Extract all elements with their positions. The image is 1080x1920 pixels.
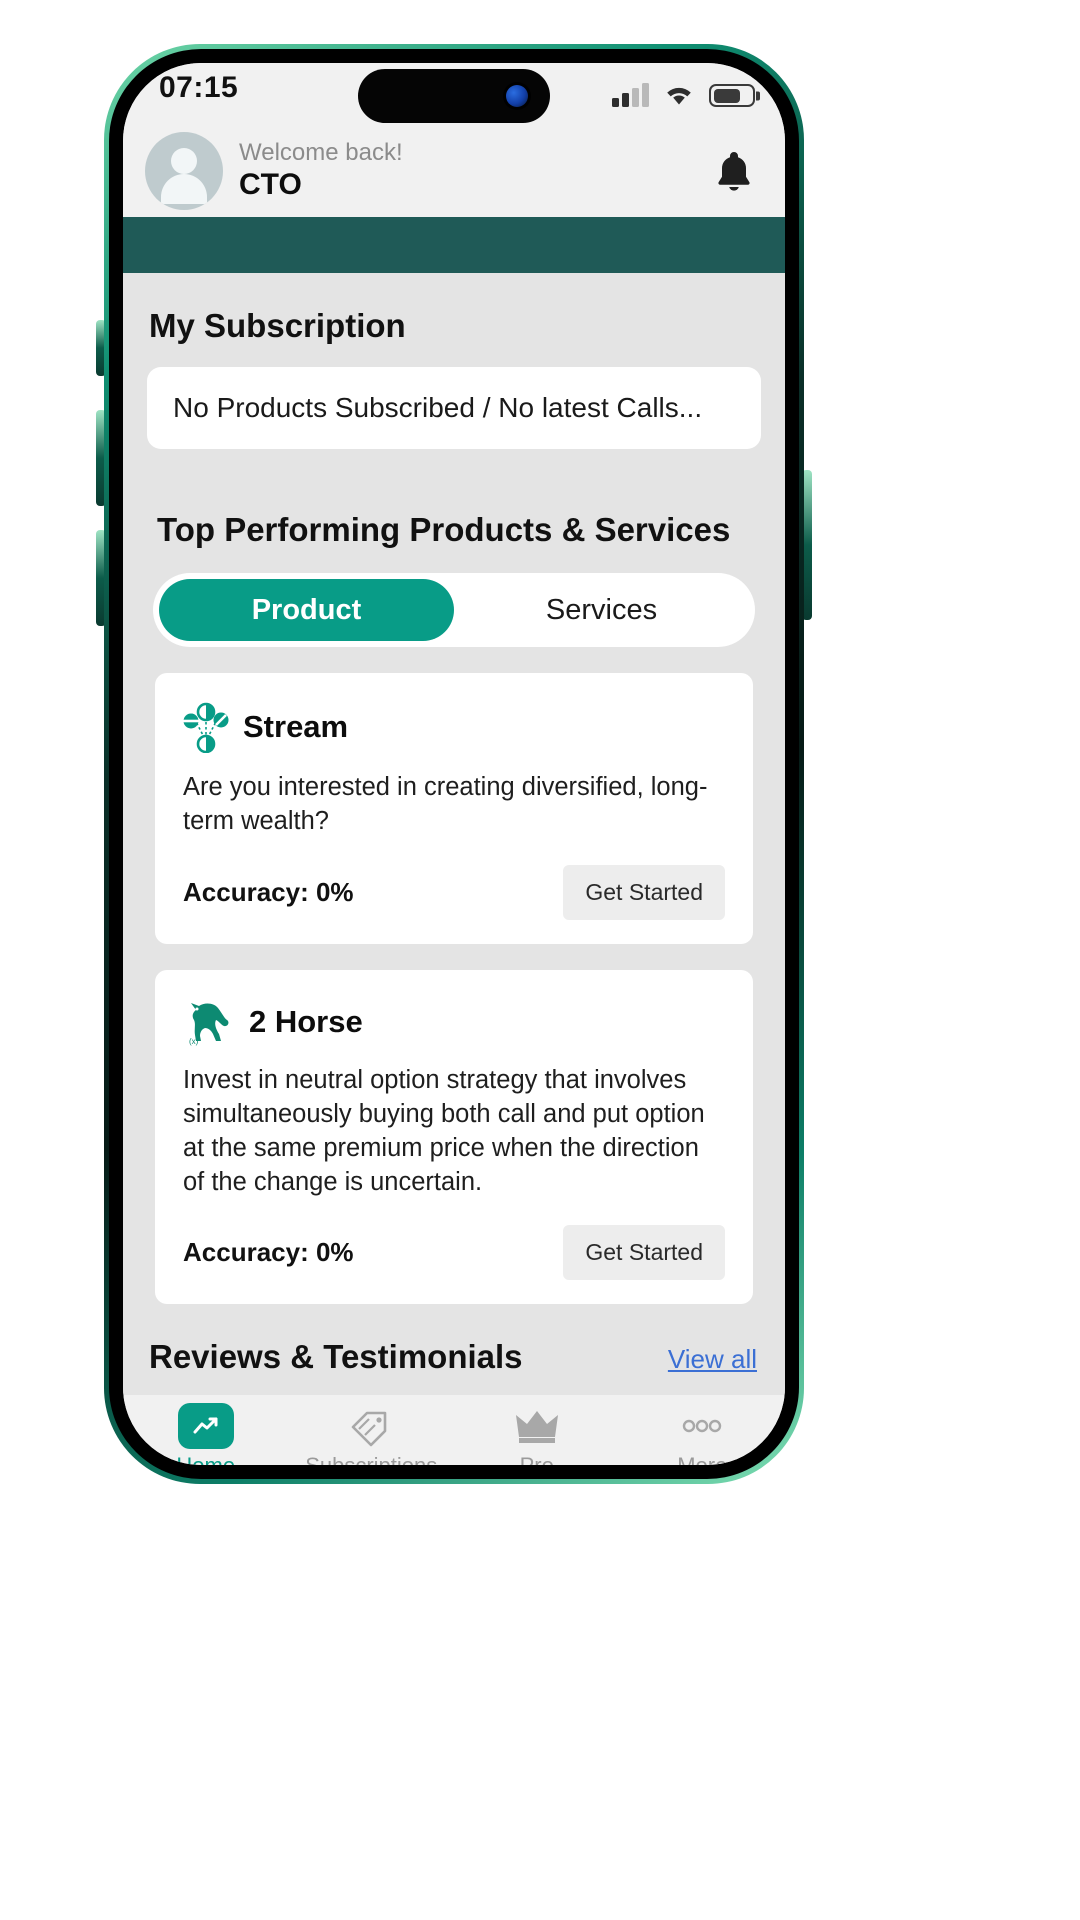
status-bar: 07:15 bbox=[123, 63, 785, 125]
crown-icon bbox=[515, 1411, 558, 1443]
dynamic-island bbox=[358, 69, 550, 123]
username-text: CTO bbox=[239, 167, 302, 201]
greeting-text: Welcome back! bbox=[239, 139, 403, 167]
home-chart-icon bbox=[177, 1403, 234, 1449]
phone-frame: 07:15 Welcome back! CTO My Subscription … bbox=[104, 44, 804, 1484]
subscription-empty-text: No Products Subscribed / No latest Calls… bbox=[173, 392, 703, 423]
phone-bezel: 07:15 Welcome back! CTO My Subscription … bbox=[109, 49, 799, 1479]
tab-product-label: Product bbox=[251, 593, 362, 626]
nav-item-pro[interactable]: Pro bbox=[454, 1403, 620, 1465]
product-description: Invest in neutral option strategy that i… bbox=[183, 1065, 705, 1196]
nav-item-more[interactable]: More bbox=[620, 1403, 786, 1465]
product-card-header: Stream bbox=[183, 701, 725, 753]
nav-label-pro: Pro bbox=[520, 1453, 554, 1465]
screenshot-stage: 07:15 Welcome back! CTO My Subscription … bbox=[0, 0, 1080, 1920]
welcome-block: Welcome back! CTO bbox=[239, 139, 713, 203]
product-card-header: (x) 2 Horse bbox=[183, 998, 725, 1046]
product-services-toggle: Product Services bbox=[153, 573, 755, 647]
reviews-title: Reviews & Testimonials bbox=[149, 1338, 523, 1376]
product-card-footer: Accuracy: 0% Get Started bbox=[183, 864, 725, 920]
status-icons bbox=[612, 75, 760, 107]
product-card-footer: Accuracy: 0% Get Started bbox=[183, 1225, 725, 1281]
view-all-link[interactable]: View all bbox=[668, 1344, 757, 1375]
nav-item-subscriptions[interactable]: Subscriptions bbox=[289, 1403, 455, 1465]
my-subscription-title: My Subscription bbox=[149, 307, 406, 344]
product-title: Stream bbox=[243, 709, 349, 744]
svg-text:(x): (x) bbox=[189, 1037, 199, 1046]
product-title: 2 Horse bbox=[249, 1003, 363, 1039]
phone-screen: 07:15 Welcome back! CTO My Subscription … bbox=[123, 63, 785, 1465]
tab-services-label: Services bbox=[545, 593, 658, 626]
wifi-icon bbox=[667, 87, 691, 105]
signal-bars-icon bbox=[612, 83, 649, 107]
top-performing-title: Top Performing Products & Services bbox=[157, 511, 731, 548]
subscription-empty-card[interactable]: No Products Subscribed / No latest Calls… bbox=[147, 367, 761, 449]
tag-icon bbox=[351, 1411, 387, 1447]
app-header: Welcome back! CTO bbox=[123, 125, 785, 217]
status-time: 07:15 bbox=[159, 71, 239, 104]
reviews-section-header: Reviews & Testimonials View all bbox=[123, 1304, 785, 1376]
stream-network-icon bbox=[183, 702, 229, 753]
main-content: My Subscription No Products Subscribed /… bbox=[123, 273, 785, 1395]
product-description: Are you interested in creating diversifi… bbox=[183, 773, 708, 835]
battery-icon bbox=[709, 84, 760, 107]
get-started-button[interactable]: Get Started bbox=[563, 1225, 725, 1281]
bell-icon[interactable] bbox=[713, 148, 755, 194]
nav-label-more: More bbox=[677, 1453, 727, 1465]
tab-services[interactable]: Services bbox=[454, 579, 749, 641]
nav-item-home[interactable]: Home bbox=[123, 1403, 289, 1465]
nav-label-subscriptions: Subscriptions bbox=[305, 1453, 437, 1465]
front-camera-icon bbox=[506, 85, 528, 107]
product-card-stream[interactable]: Stream Are you interested in creating di… bbox=[155, 673, 753, 944]
horse-icon: (x) bbox=[189, 1002, 229, 1046]
user-avatar-icon[interactable] bbox=[145, 132, 223, 210]
product-card-2-horse[interactable]: (x) 2 Horse Invest in neutral option str… bbox=[155, 969, 753, 1305]
nav-label-home: Home bbox=[176, 1453, 235, 1465]
promo-banner[interactable] bbox=[123, 217, 785, 273]
get-started-button[interactable]: Get Started bbox=[563, 864, 725, 920]
product-accuracy: Accuracy: 0% bbox=[183, 876, 354, 907]
dots-icon bbox=[683, 1419, 722, 1433]
bottom-navigation: Home Subscriptions bbox=[123, 1395, 785, 1465]
tab-product[interactable]: Product bbox=[159, 579, 454, 641]
product-accuracy: Accuracy: 0% bbox=[183, 1237, 354, 1268]
